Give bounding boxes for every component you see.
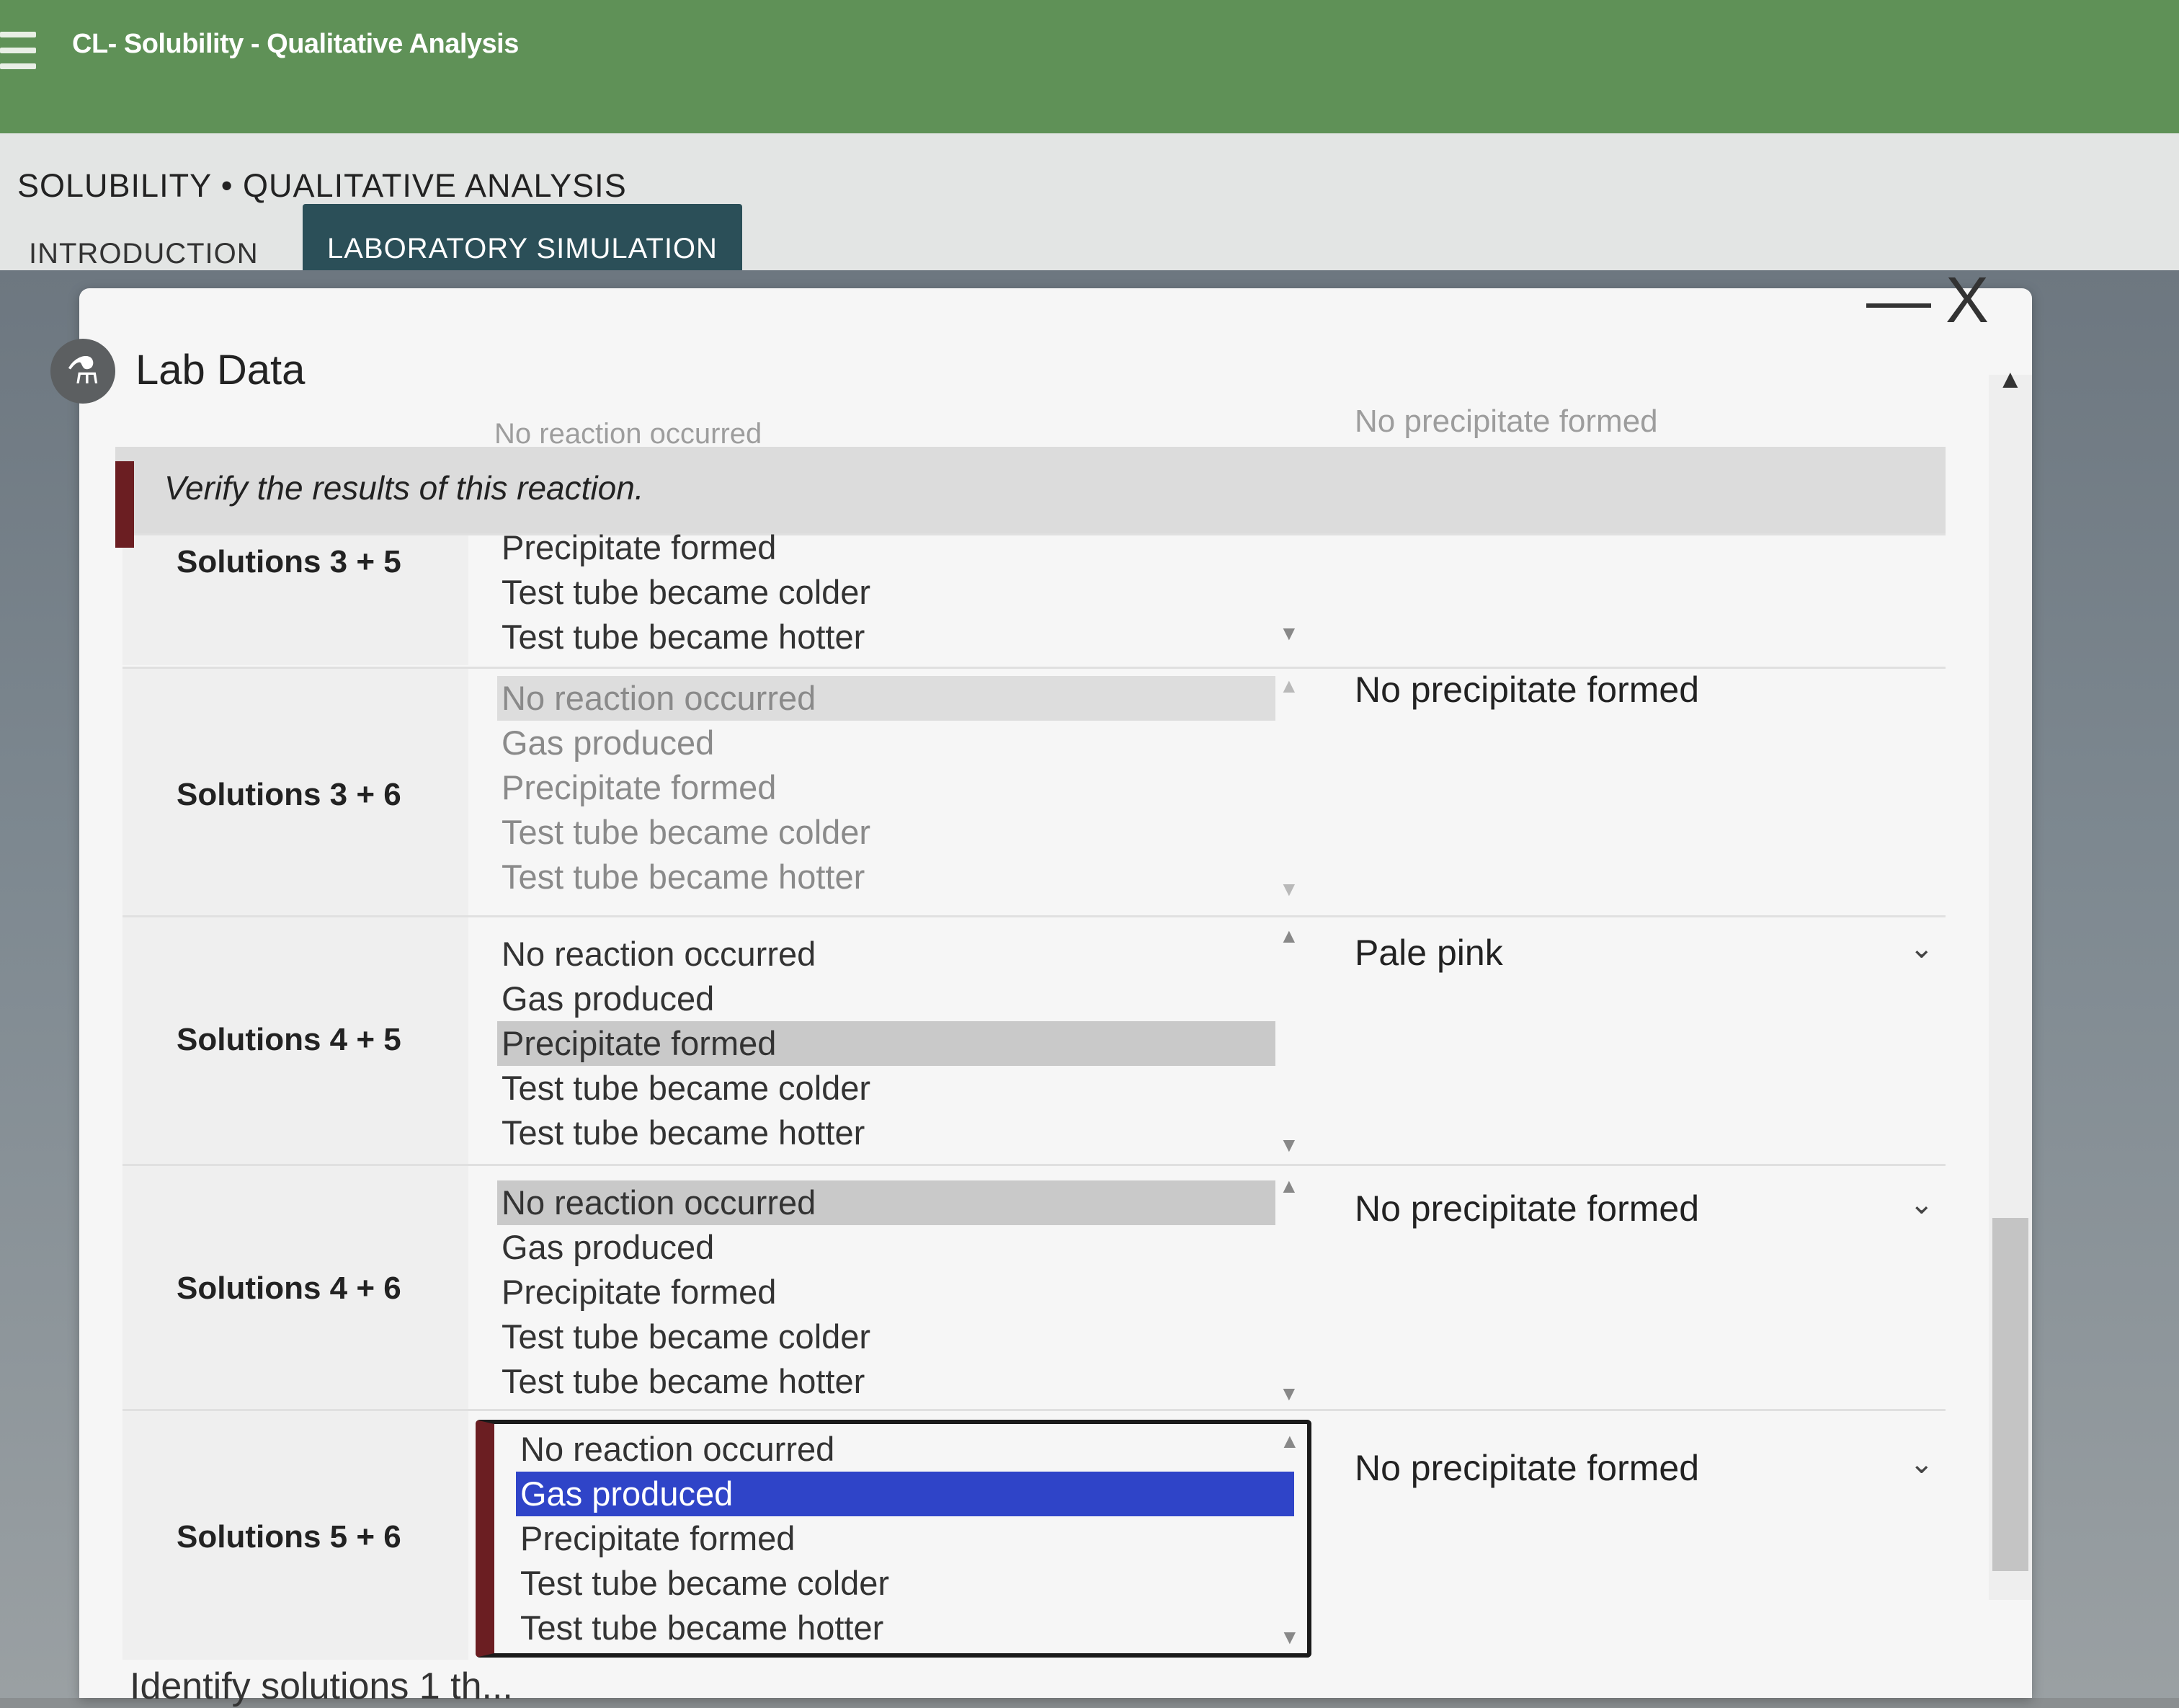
scroll-down-icon[interactable]: ▼ bbox=[1279, 1382, 1299, 1405]
scroll-up-icon[interactable]: ▲ bbox=[1279, 675, 1299, 698]
partial-result: No precipitate formed bbox=[1355, 404, 1658, 439]
observation-select[interactable]: No reaction occurred Gas produced Precip… bbox=[476, 1166, 1311, 1411]
app-title: CL- Solubility - Qualitative Analysis bbox=[72, 29, 519, 59]
option[interactable]: Test tube became colder bbox=[497, 810, 1275, 855]
option[interactable]: Test tube became hotter bbox=[497, 1111, 1275, 1155]
table-row: Solutions 4 + 5 No reaction occurred Gas… bbox=[122, 915, 1946, 1166]
partial-option: No reaction occurred bbox=[494, 418, 762, 450]
color-select[interactable]: Pale pink bbox=[1355, 932, 1503, 974]
chevron-down-icon[interactable]: ⌄ bbox=[1910, 1188, 1934, 1221]
option-highlighted[interactable]: Gas produced bbox=[516, 1472, 1294, 1516]
verify-banner: Verify the results of this reaction. bbox=[115, 447, 1946, 548]
option[interactable]: Test tube became hotter bbox=[497, 1359, 1275, 1404]
row-label: Solutions 5 + 6 bbox=[177, 1519, 401, 1554]
breadcrumb: SOLUBILITY • QUALITATIVE ANALYSIS bbox=[17, 167, 627, 204]
option[interactable]: Test tube became hotter bbox=[516, 1606, 1294, 1650]
observation-select[interactable]: No reaction occurred Gas produced Precip… bbox=[476, 917, 1311, 1166]
scrollbar-thumb[interactable] bbox=[1992, 1218, 2028, 1571]
option[interactable]: Gas produced bbox=[497, 977, 1275, 1021]
panel-title: Lab Data bbox=[135, 347, 306, 393]
app-header-bar: CL- Solubility - Qualitative Analysis bbox=[0, 0, 2179, 133]
minimize-button[interactable]: — bbox=[1866, 268, 1931, 333]
color-select[interactable]: No precipitate formed bbox=[1355, 1188, 1699, 1229]
close-button[interactable]: X bbox=[1946, 268, 1989, 333]
row-label: Solutions 4 + 6 bbox=[177, 1271, 401, 1306]
scroll-up-icon[interactable]: ▲ bbox=[1280, 1430, 1300, 1453]
table-row: Solutions 3 + 5 Precipitate formed Test … bbox=[122, 528, 1946, 665]
tab-introduction[interactable]: INTRODUCTION bbox=[29, 238, 259, 270]
option[interactable]: No reaction occurred bbox=[516, 1427, 1294, 1472]
scroll-up-icon[interactable]: ▲ bbox=[1279, 1175, 1299, 1198]
next-instruction: Identify solutions 1 th... bbox=[130, 1665, 513, 1707]
option-selected[interactable]: No reaction occurred bbox=[497, 1180, 1275, 1225]
option-selected[interactable]: Precipitate formed bbox=[497, 1021, 1275, 1066]
option[interactable]: Precipitate formed bbox=[516, 1516, 1294, 1561]
flask-icon: ⚗ bbox=[50, 339, 115, 404]
verify-marker bbox=[115, 461, 134, 548]
chevron-down-icon[interactable]: ⌄ bbox=[1910, 1447, 1934, 1480]
scroll-up-icon[interactable]: ▲ bbox=[1279, 925, 1299, 948]
table-row: Solutions 4 + 6 No reaction occurred Gas… bbox=[122, 1164, 1946, 1411]
scroll-down-icon[interactable]: ▼ bbox=[1280, 1626, 1300, 1649]
option[interactable]: Test tube became colder bbox=[497, 570, 1275, 615]
option[interactable]: Test tube became hotter bbox=[497, 855, 1275, 899]
table-row: Solutions 5 + 6 No reaction occurred Gas… bbox=[122, 1409, 1946, 1660]
result-value[interactable]: No precipitate formed bbox=[1355, 669, 1699, 711]
option[interactable]: Gas produced bbox=[497, 721, 1275, 765]
option[interactable]: Gas produced bbox=[497, 1225, 1275, 1270]
observation-select[interactable]: No reaction occurred Gas produced Precip… bbox=[476, 669, 1311, 917]
scroll-up-icon[interactable]: ▲ bbox=[1997, 364, 2023, 394]
option[interactable]: Test tube became colder bbox=[497, 1066, 1275, 1111]
option-selected[interactable]: No reaction occurred bbox=[497, 676, 1275, 721]
row-label: Solutions 3 + 6 bbox=[177, 777, 401, 812]
observation-select[interactable]: Precipitate formed Test tube became cold… bbox=[476, 528, 1311, 665]
scroll-down-icon[interactable]: ▼ bbox=[1279, 1134, 1299, 1157]
option[interactable]: No reaction occurred bbox=[497, 932, 1275, 977]
menu-icon[interactable] bbox=[0, 32, 36, 82]
row-label: Solutions 3 + 5 bbox=[177, 544, 401, 579]
option[interactable]: Test tube became colder bbox=[516, 1561, 1294, 1606]
option[interactable]: Test tube became hotter bbox=[497, 615, 1275, 659]
chevron-down-icon[interactable]: ⌄ bbox=[1910, 932, 1934, 965]
scroll-down-icon[interactable]: ▼ bbox=[1279, 622, 1299, 645]
color-select[interactable]: No precipitate formed bbox=[1355, 1447, 1699, 1489]
scroll-down-icon[interactable]: ▼ bbox=[1279, 878, 1299, 901]
table-row: Solutions 3 + 6 No reaction occurred Gas… bbox=[122, 667, 1946, 917]
row-label: Solutions 4 + 5 bbox=[177, 1022, 401, 1057]
option[interactable]: Precipitate formed bbox=[497, 1270, 1275, 1315]
observation-select-focused[interactable]: No reaction occurred Gas produced Precip… bbox=[476, 1420, 1311, 1658]
option[interactable]: Test tube became colder bbox=[497, 1315, 1275, 1359]
verify-message: Verify the results of this reaction. bbox=[164, 469, 644, 507]
option[interactable]: Precipitate formed bbox=[497, 765, 1275, 810]
